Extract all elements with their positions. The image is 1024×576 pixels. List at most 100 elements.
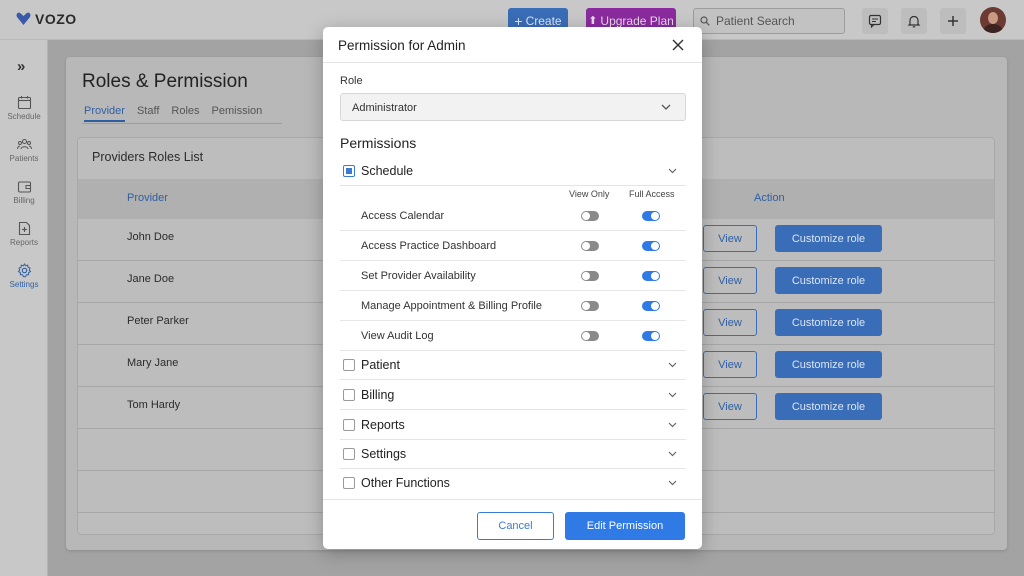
add-button[interactable] [940,8,966,34]
sidebar-label: Billing [13,196,35,205]
sidebar-item-patients[interactable]: Patients [0,137,48,163]
sidebar-label: Patients [9,154,39,163]
customize-role-button[interactable]: Customize role [775,267,882,294]
provider-name: John Doe [127,231,175,243]
notifications-button[interactable] [901,8,927,34]
section-label: Patient [361,358,400,372]
sidebar-label: Settings [9,280,39,289]
section-label: Billing [361,388,395,402]
expand-sidebar-icon[interactable]: » [17,58,25,75]
permission-label: Manage Appointment & Billing Profile [361,300,542,312]
view-only-toggle[interactable] [581,301,599,311]
permission-row: Access Calendar [340,201,686,231]
cancel-button[interactable]: Cancel [477,512,554,540]
messages-button[interactable] [862,8,888,34]
sidebar-label: Schedule [7,112,41,121]
view-button[interactable]: View [703,393,757,420]
chevron-down-icon [661,104,671,110]
billing-checkbox[interactable] [343,389,355,401]
app-logo[interactable]: VOZO [16,11,77,27]
view-button[interactable]: View [703,351,757,378]
create-label: Create [525,13,562,28]
role-select-value: Administrator [352,102,417,114]
user-avatar[interactable] [980,7,1006,33]
chevron-down-icon[interactable] [668,451,677,457]
full-access-toggle[interactable] [642,211,660,221]
column-provider: Provider [127,192,168,204]
sidebar-label: Reports [9,238,38,247]
view-button[interactable]: View [703,309,757,336]
settings-checkbox[interactable] [343,448,355,460]
chevron-down-icon[interactable] [668,362,677,368]
users-icon [16,138,32,150]
section-label: Schedule [361,164,414,178]
column-view-only: View Only [569,189,610,199]
section-billing[interactable]: Billing [340,381,686,410]
app-name: VOZO [35,11,77,27]
section-other-functions[interactable]: Other Functions [340,469,686,498]
view-only-toggle[interactable] [581,271,599,281]
full-access-toggle[interactable] [642,301,660,311]
permission-label: Set Provider Availability [361,270,476,282]
chevron-down-icon[interactable] [668,480,677,486]
chevron-down-icon[interactable] [668,392,677,398]
role-label: Role [340,75,363,87]
provider-name: Jane Doe [127,273,175,285]
patient-search-input[interactable]: Patient Search [693,8,845,34]
full-access-toggle[interactable] [642,271,660,281]
column-action: Action [754,192,785,204]
sidebar-item-reports[interactable]: Reports [0,221,48,247]
view-only-toggle[interactable] [581,211,599,221]
tab-permission[interactable]: Pemission [212,105,263,122]
sidebar-item-billing[interactable]: Billing [0,179,48,205]
sidebar-item-schedule[interactable]: Schedule [0,95,48,121]
search-placeholder: Patient Search [716,14,795,28]
section-settings[interactable]: Settings [340,440,686,469]
permissions-title: Permissions [340,135,417,151]
chevron-down-icon[interactable] [668,422,677,428]
provider-name: Peter Parker [127,315,189,327]
avatar-body [984,24,1002,33]
permission-row: Set Provider Availability [340,261,686,291]
customize-role-button[interactable]: Customize role [775,351,882,378]
view-button[interactable]: View [703,225,757,252]
customize-role-button[interactable]: Customize role [775,225,882,252]
tab-provider[interactable]: Provider [84,105,125,122]
sidebar-item-settings[interactable]: Settings [0,263,48,289]
close-icon[interactable] [672,39,684,51]
customize-role-button[interactable]: Customize role [775,393,882,420]
reports-checkbox[interactable] [343,419,355,431]
permission-label: Access Calendar [361,210,445,222]
full-access-toggle[interactable] [642,331,660,341]
plus-icon [948,16,958,26]
modal-title: Permission for Admin [338,38,466,53]
section-reports[interactable]: Reports [340,411,686,440]
gear-icon [17,263,31,278]
permission-label: Access Practice Dashboard [361,240,497,252]
calendar-icon [17,96,31,110]
search-icon [700,16,710,26]
section-label: Settings [361,447,407,461]
tab-roles[interactable]: Roles [171,105,199,122]
schedule-checkbox[interactable] [343,165,355,177]
other-functions-checkbox[interactable] [343,477,355,489]
section-patient[interactable]: Patient [340,351,686,380]
tab-staff[interactable]: Staff [137,105,159,122]
list-title: Providers Roles List [92,150,204,164]
view-only-toggle[interactable] [581,331,599,341]
heart-logo-icon [16,12,31,25]
chevron-up-icon[interactable] [668,168,677,174]
patient-checkbox[interactable] [343,359,355,371]
upload-arrow-icon: ⬆ [588,15,598,27]
section-schedule[interactable]: Schedule [340,157,686,186]
view-button[interactable]: View [703,267,757,294]
permission-row: Manage Appointment & Billing Profile [340,291,686,321]
bell-icon [907,15,921,28]
role-select[interactable]: Administrator [340,93,686,121]
avatar-face [988,12,998,24]
edit-permission-button[interactable]: Edit Permission [565,512,685,540]
tabs-divider [82,123,282,124]
view-only-toggle[interactable] [581,241,599,251]
customize-role-button[interactable]: Customize role [775,309,882,336]
full-access-toggle[interactable] [642,241,660,251]
